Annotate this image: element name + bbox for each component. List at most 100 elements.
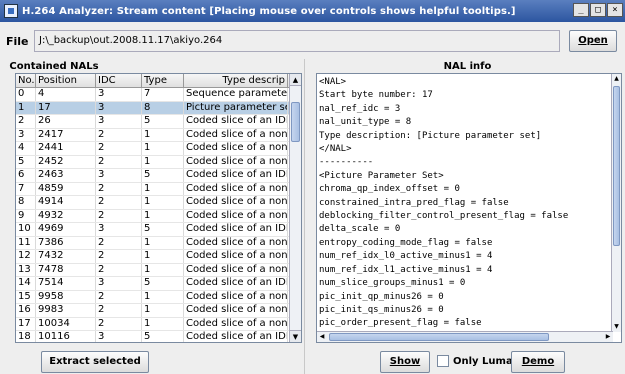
- column-header[interactable]: Type descrip: [184, 74, 288, 87]
- table-cell: 7432: [36, 250, 96, 263]
- table-row[interactable]: 10 4969 3 5 Coded slice of an IDR: [16, 223, 301, 237]
- table-cell: 1: [142, 155, 184, 168]
- table-cell: Coded slice of a non-I: [186, 250, 288, 263]
- table-cell: 12: [16, 250, 36, 263]
- table-row[interactable]: 9 4932 2 1 Coded slice of a non-I: [16, 209, 301, 223]
- table-cell: 1: [142, 317, 184, 330]
- table-cell: 8: [142, 101, 184, 114]
- split-pane-divider[interactable]: [302, 59, 308, 374]
- table-row[interactable]: 18 10116 3 5 Coded slice of an IDR: [16, 331, 301, 342]
- table-cell: 4859: [36, 182, 96, 195]
- demo-button[interactable]: Demo: [511, 351, 565, 373]
- column-header[interactable]: No.: [16, 74, 36, 87]
- table-row[interactable]: 15 9958 2 1 Coded slice of a non-I: [16, 290, 301, 304]
- table-cell: 13: [16, 263, 36, 276]
- only-luma-checkbox[interactable]: Only Luma: [437, 355, 513, 367]
- table-cell: 2452: [36, 155, 96, 168]
- table-row[interactable]: 16 9983 2 1 Coded slice of a non-I: [16, 304, 301, 318]
- table-cell: 1: [142, 263, 184, 276]
- scroll-down-arrow-icon[interactable]: ▼: [612, 322, 621, 332]
- file-row: File J:\_backup\out.2008.11.17\akiyo.264…: [0, 23, 625, 59]
- scroll-thumb[interactable]: [329, 333, 549, 341]
- nal-table-scrollbar[interactable]: ▲ ▼: [289, 74, 301, 342]
- table-cell: 2: [96, 290, 142, 303]
- table-row[interactable]: 0437Sequence parameter s: [16, 88, 301, 102]
- info-line: ----------: [319, 157, 374, 168]
- minimize-button[interactable]: _: [573, 3, 589, 17]
- table-cell: 1: [142, 290, 184, 303]
- scroll-thumb[interactable]: [291, 102, 300, 142]
- table-cell: 2: [96, 263, 142, 276]
- info-line: entropy_coding_mode_flag = false: [319, 237, 493, 248]
- table-cell: 9983: [36, 304, 96, 317]
- table-row[interactable]: 7 4859 2 1 Coded slice of a non-I: [16, 182, 301, 196]
- table-cell: 5: [142, 331, 184, 342]
- scroll-right-arrow-icon[interactable]: ▶: [603, 332, 613, 342]
- scroll-thumb[interactable]: [613, 86, 620, 246]
- info-line: constrained_intra_pred_flag = false: [319, 197, 509, 208]
- show-button[interactable]: Show: [380, 351, 430, 373]
- nal-info-vscrollbar[interactable]: ▲ ▼: [611, 74, 621, 332]
- table-cell: 10: [16, 223, 36, 236]
- info-line: chroma_qp_index_offset = 0: [319, 184, 460, 195]
- table-row[interactable]: 12 7432 2 1 Coded slice of a non-I: [16, 250, 301, 264]
- info-line: num_ref_idx_l1_active_minus1 = 4: [319, 264, 493, 275]
- file-label: File: [6, 34, 29, 48]
- table-cell: 7514: [36, 277, 96, 290]
- table-row[interactable]: 2 26 3 5 Coded slice of an IDR: [16, 115, 301, 129]
- table-row[interactable]: 14 7514 3 5 Coded slice of an IDR: [16, 277, 301, 291]
- table-cell: 1: [142, 182, 184, 195]
- nal-table: No. Position IDC Type Type descrip 0 4 3 7 Seque…: [15, 73, 302, 343]
- close-button[interactable]: ×: [607, 3, 623, 17]
- table-cell: 5: [142, 223, 184, 236]
- table-row[interactable]: 6 2463 3 5 Coded slice of an IDR: [16, 169, 301, 183]
- scroll-down-arrow-icon[interactable]: ▼: [290, 330, 301, 342]
- table-cell: 5: [16, 155, 36, 168]
- table-cell: Coded slice of a non-I: [186, 128, 288, 141]
- table-cell: Coded slice of a non-I: [186, 317, 288, 330]
- table-row[interactable]: 3 2417 2 1 Coded slice of a non-I: [16, 128, 301, 142]
- table-row[interactable]: 11 7386 2 1 Coded slice of a non-I: [16, 236, 301, 250]
- info-line: </NAL>: [319, 144, 352, 155]
- nal-info-hscrollbar[interactable]: ◀ ▶: [317, 331, 613, 342]
- table-row[interactable]: 1 17 3 8 Picture parameter set: [16, 101, 301, 115]
- table-cell: 3: [96, 169, 142, 182]
- table-cell: Coded slice of a non-I: [186, 196, 288, 209]
- scroll-up-arrow-icon[interactable]: ▲: [290, 74, 301, 86]
- nal-info-content: <NAL> Start byte number: 17 nal_ref_idc = …: [319, 76, 611, 331]
- file-path-field[interactable]: J:\_backup\out.2008.11.17\akiyo.264: [34, 30, 560, 52]
- table-cell: Coded slice of a non-I: [186, 263, 288, 276]
- table-cell: 26: [36, 115, 96, 128]
- extract-selected-button[interactable]: Extract selected: [41, 351, 149, 373]
- maximize-button[interactable]: □: [590, 3, 606, 17]
- info-line: Type description: [Picture parameter set…: [319, 130, 542, 141]
- table-row[interactable]: 8 4914 2 1 Coded slice of a non-I: [16, 196, 301, 210]
- table-cell: 7386: [36, 236, 96, 249]
- info-line: Start byte number: 17: [319, 90, 433, 101]
- table-cell: 1: [16, 101, 36, 114]
- table-cell: 2: [96, 250, 142, 263]
- table-cell: 2: [96, 236, 142, 249]
- table-cell: Coded slice of an IDR: [186, 115, 288, 128]
- table-cell: Coded slice of an IDR: [186, 331, 288, 342]
- contained-nals-title: Contained NALs: [9, 61, 99, 72]
- column-header[interactable]: IDC: [96, 74, 142, 87]
- table-cell: 5: [142, 115, 184, 128]
- open-button[interactable]: Open: [569, 30, 617, 52]
- column-header[interactable]: Type: [142, 74, 184, 87]
- table-row[interactable]: 4 2441 2 1 Coded slice of a non-I: [16, 142, 301, 156]
- table-row[interactable]: 5 2452 2 1 Coded slice of a non-I: [16, 155, 301, 169]
- scroll-left-arrow-icon[interactable]: ◀: [317, 332, 327, 342]
- table-cell: 3: [16, 128, 36, 141]
- table-row[interactable]: 17 10034 2 1 Coded slice of a non-I: [16, 317, 301, 331]
- table-row[interactable]: 13 7478 2 1 Coded slice of a non-I: [16, 263, 301, 277]
- table-cell: 3: [96, 115, 142, 128]
- column-header[interactable]: Position: [36, 74, 96, 87]
- table-cell: Coded slice of a non-I: [186, 142, 288, 155]
- table-cell: 4932: [36, 209, 96, 222]
- checkbox-box[interactable]: [437, 355, 449, 367]
- info-line: <NAL>: [319, 77, 347, 87]
- scroll-up-arrow-icon[interactable]: ▲: [612, 74, 621, 84]
- table-cell: 2: [96, 196, 142, 209]
- nal-info-textarea[interactable]: <NAL> Start byte number: 17 nal_ref_idc = …: [316, 73, 622, 343]
